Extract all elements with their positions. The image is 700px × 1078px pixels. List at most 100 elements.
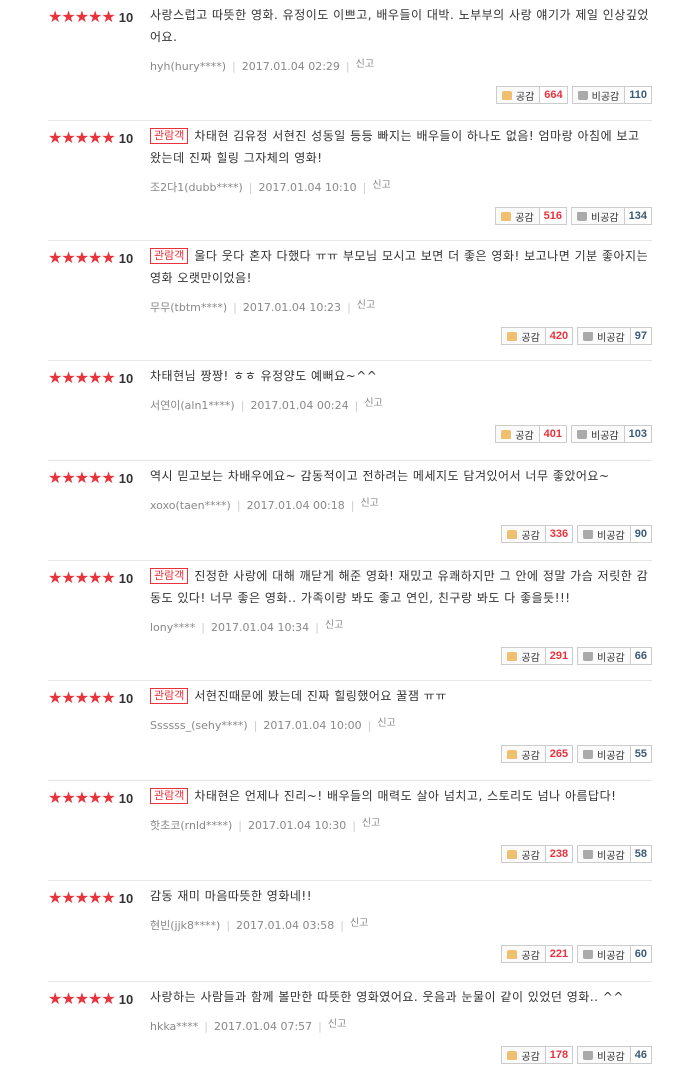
rating-score: 10 xyxy=(118,9,134,25)
meta-divider: | xyxy=(315,621,319,634)
star-icon: ★ xyxy=(88,7,102,26)
meta-divider: | xyxy=(226,919,231,932)
star-icon: ★ xyxy=(74,7,89,26)
thumbs-down-icon xyxy=(583,949,594,959)
review-meta: Ssssss_(sehy****) | 2017.01.04 10:00 | 신고 xyxy=(150,717,396,733)
like-button[interactable]: 공감 xyxy=(501,845,546,863)
dislike-count: 103 xyxy=(624,425,652,443)
star-rating: ★ ★ ★ ★ ★ 10 xyxy=(48,991,133,1007)
report-link[interactable]: 신고 xyxy=(362,818,380,829)
star-icon: ★ xyxy=(88,468,102,487)
meta-divider: | xyxy=(238,819,243,832)
star-icon: ★ xyxy=(61,7,75,26)
review-item: ★ ★ ★ ★ ★ 10 감동 재미 마음따뜻한 영화네!! 현빈(jjk8**… xyxy=(48,881,652,982)
report-link[interactable]: 신고 xyxy=(328,1019,346,1030)
review-author[interactable]: xoxo(taen****) xyxy=(150,499,231,512)
report-link[interactable]: 신고 xyxy=(372,180,390,191)
report-link[interactable]: 신고 xyxy=(357,300,375,311)
report-link[interactable]: 신고 xyxy=(350,918,368,929)
review-date: 2017.01.04 10:10 xyxy=(258,181,357,194)
dislike-count: 110 xyxy=(625,86,652,104)
review-text-content: 서현진때문에 봤는데 진짜 힐링했어요 꿀잼 ㅠㅠ xyxy=(194,689,447,703)
report-link[interactable]: 신고 xyxy=(356,59,374,70)
dislike-count: 46 xyxy=(630,1046,652,1064)
star-icon: ★ xyxy=(101,7,115,26)
review-author[interactable]: Ssssss_(sehy****) xyxy=(150,719,248,732)
thumbs-up-icon xyxy=(507,749,518,759)
dislike-button[interactable]: 비공감 xyxy=(571,207,625,225)
thumbs-up-icon xyxy=(507,1050,518,1060)
report-link[interactable]: 신고 xyxy=(360,498,378,509)
star-rating: ★ ★ ★ ★ ★ 10 xyxy=(48,690,133,706)
like-button[interactable]: 공감 xyxy=(495,425,540,443)
thumbs-down-icon xyxy=(583,651,594,661)
meta-divider: | xyxy=(345,60,350,73)
star-icon: ★ xyxy=(48,568,62,587)
review-text: 관람객 서현진때문에 봤는데 진짜 힐링했어요 꿀잼 ㅠㅠ xyxy=(150,685,650,707)
dislike-button[interactable]: 비공감 xyxy=(571,425,625,443)
like-button[interactable]: 공감 xyxy=(501,945,546,963)
like-button[interactable]: 공감 xyxy=(501,745,546,763)
like-button[interactable]: 공감 xyxy=(495,207,540,225)
vote-actions: 공감 291 비공감 66 xyxy=(501,647,652,665)
review-author[interactable]: 무무(tbtm****) xyxy=(150,301,227,314)
review-author[interactable]: lony**** xyxy=(150,621,195,634)
like-button[interactable]: 공감 xyxy=(495,86,541,104)
thumbs-down-icon xyxy=(583,331,594,341)
star-icon: ★ xyxy=(48,7,62,26)
thumbs-down-icon xyxy=(577,211,588,221)
meta-divider: | xyxy=(352,819,356,832)
like-button[interactable]: 공감 xyxy=(501,525,546,543)
dislike-count: 55 xyxy=(630,745,652,763)
like-button[interactable]: 공감 xyxy=(501,647,546,665)
dislike-button[interactable]: 비공감 xyxy=(577,327,631,345)
dislike-label: 비공감 xyxy=(597,1051,625,1063)
review-list: ★ ★ ★ ★ ★ 10 사랑스럽고 따뜻한 영화. 유정이도 이쁘고, 배우들… xyxy=(0,0,700,1078)
dislike-label: 비공감 xyxy=(597,850,625,862)
star-icon: ★ xyxy=(88,788,102,807)
review-meta: hkka**** | 2017.01.04 07:57 | 신고 xyxy=(150,1018,346,1034)
dislike-button[interactable]: 비공감 xyxy=(577,647,631,665)
dislike-button[interactable]: 비공감 xyxy=(577,1046,631,1064)
like-button[interactable]: 공감 xyxy=(501,327,546,345)
like-label: 공감 xyxy=(521,850,540,862)
thumbs-down-icon xyxy=(583,1050,594,1060)
dislike-button[interactable]: 비공감 xyxy=(577,945,631,963)
review-author[interactable]: hkka**** xyxy=(150,1020,198,1033)
review-meta: lony**** | 2017.01.04 10:34 | 신고 xyxy=(150,619,343,635)
dislike-button[interactable]: 비공감 xyxy=(571,86,626,104)
review-text-content: 사랑하는 사람들과 함께 볼만한 따뜻한 영화였어요. 웃음과 눈물이 같이 있… xyxy=(150,990,624,1004)
thumbs-up-icon xyxy=(501,429,512,439)
star-rating: ★ ★ ★ ★ ★ 10 xyxy=(48,370,133,386)
dislike-button[interactable]: 비공감 xyxy=(577,745,631,763)
review-author[interactable]: 조2다1(dubb****) xyxy=(150,181,243,194)
star-icon: ★ xyxy=(74,368,89,387)
star-rating: ★ ★ ★ ★ ★ 10 xyxy=(48,570,133,586)
report-link[interactable]: 신고 xyxy=(325,620,343,631)
rating-score: 10 xyxy=(118,890,134,906)
review-author[interactable]: 핫초코(rnld****) xyxy=(150,819,232,832)
meta-divider: | xyxy=(362,181,367,194)
thumbs-up-icon xyxy=(501,90,512,100)
star-icon: ★ xyxy=(88,888,102,907)
like-label: 공감 xyxy=(515,212,534,224)
like-button[interactable]: 공감 xyxy=(501,1046,546,1064)
thumbs-up-icon xyxy=(507,849,518,859)
review-author[interactable]: hyh(hury****) xyxy=(150,60,226,73)
report-link[interactable]: 신고 xyxy=(377,718,395,729)
review-author[interactable]: 서연이(aln1****) xyxy=(150,399,235,412)
review-text-content: 차태현님 짱짱! ㅎㅎ 유정양도 예뻐요~^^ xyxy=(150,369,378,383)
review-text-content: 감동 재미 마음따뜻한 영화네!! xyxy=(150,889,313,903)
vote-actions: 공감 265 비공감 55 xyxy=(501,745,652,763)
like-label: 공감 xyxy=(521,750,540,762)
dislike-button[interactable]: 비공감 xyxy=(577,525,631,543)
thumbs-down-icon xyxy=(583,529,594,539)
dislike-count: 134 xyxy=(624,207,652,225)
review-item: ★ ★ ★ ★ ★ 10 관람객 서현진때문에 봤는데 진짜 힐링했어요 꿀잼 ㅠ… xyxy=(48,681,652,781)
dislike-button[interactable]: 비공감 xyxy=(577,845,631,863)
star-icon: ★ xyxy=(74,688,89,707)
report-link[interactable]: 신고 xyxy=(364,398,382,409)
dislike-label: 비공감 xyxy=(591,212,619,224)
thumbs-down-icon xyxy=(583,749,594,759)
review-author[interactable]: 현빈(jjk8****) xyxy=(150,919,220,932)
